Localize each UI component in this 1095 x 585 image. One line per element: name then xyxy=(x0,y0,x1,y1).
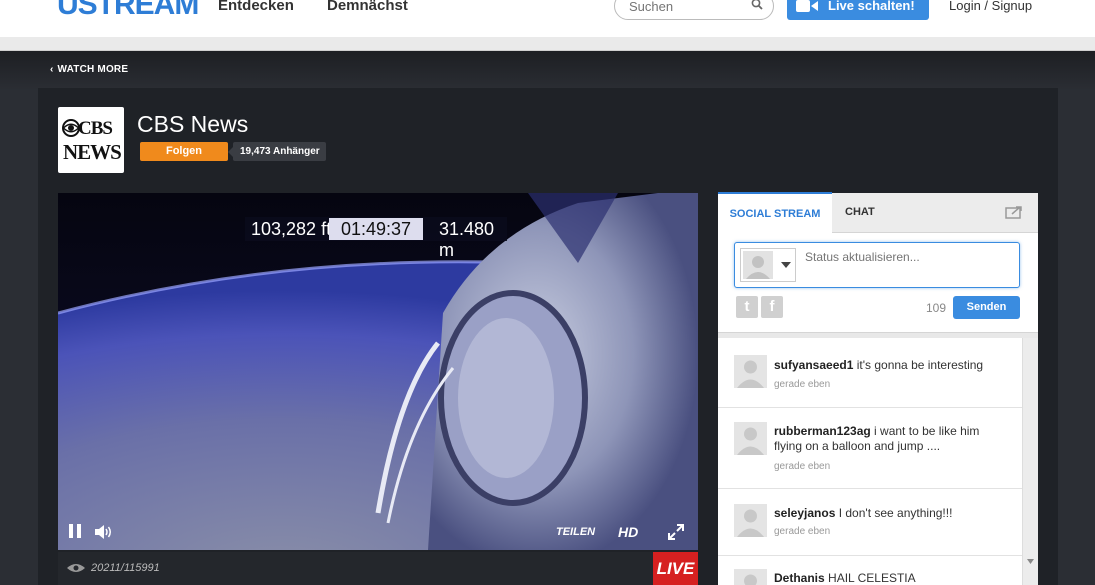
default-avatar-icon xyxy=(743,251,773,279)
post-message: it's gonna be interesting xyxy=(856,358,984,372)
channel-title[interactable]: CBS News xyxy=(137,111,248,138)
go-live-button[interactable]: Live schalten! xyxy=(787,0,929,20)
post-username[interactable]: rubberman123ag xyxy=(774,424,871,438)
post-username[interactable]: seleyjanos xyxy=(774,506,835,520)
viewer-count: 20211/115991 xyxy=(91,562,160,574)
avatar[interactable] xyxy=(734,422,767,455)
elapsed-time: 01:49:37 xyxy=(329,218,423,240)
go-live-label: Live schalten! xyxy=(828,0,915,13)
send-button[interactable]: Senden xyxy=(953,296,1020,319)
volume-icon[interactable] xyxy=(95,525,113,539)
post-timestamp: gerade eben xyxy=(774,526,831,537)
login-signup-link[interactable]: Login / Signup xyxy=(949,0,1032,13)
social-panel: SOCIAL STREAM CHAT t f 109 Senden xyxy=(718,192,1038,585)
watch-more-label: WATCH MORE xyxy=(57,64,129,75)
post-text: sufyansaeed1 it's gonna be interesting xyxy=(774,358,1006,373)
follow-button[interactable]: Folgen xyxy=(140,142,228,161)
follower-count: 19,473 Anhänger xyxy=(228,142,326,161)
post-username[interactable]: Dethanis xyxy=(774,571,825,585)
video-camera-icon xyxy=(796,0,818,12)
nav-discover[interactable]: Entdecken xyxy=(218,0,294,14)
tab-chat[interactable]: CHAT xyxy=(845,206,875,218)
post-text: seleyjanos I don't see anything!!! xyxy=(774,506,1006,521)
channel-logo-text-top: CBS xyxy=(78,118,113,139)
twitter-icon[interactable]: t xyxy=(736,296,758,318)
altitude-overlay: 103,282 ft 01:49:37 31.480 m xyxy=(245,217,507,260)
scroll-down-arrow-icon[interactable] xyxy=(1027,558,1034,565)
fullscreen-icon[interactable] xyxy=(667,523,685,541)
video-player[interactable] xyxy=(58,193,698,550)
feed-item: seleyjanos I don't see anything!!! gerad… xyxy=(718,489,1023,556)
eye-icon xyxy=(67,564,85,572)
default-avatar-icon xyxy=(744,574,757,585)
character-count: 109 xyxy=(926,301,947,315)
post-text: rubberman123ag i want to be like him fly… xyxy=(774,424,1006,454)
feed-item: Dethanis HAIL CELESTIA xyxy=(718,556,1023,585)
social-feed[interactable]: sufyansaeed1 it's gonna be interesting g… xyxy=(718,338,1023,585)
hd-toggle[interactable]: HD xyxy=(618,524,638,540)
default-avatar-icon xyxy=(737,360,764,388)
tab-social-stream[interactable]: SOCIAL STREAM xyxy=(718,192,832,233)
facebook-icon[interactable]: f xyxy=(761,296,783,318)
post-message: I don't see anything!!! xyxy=(838,506,953,520)
post-timestamp: gerade eben xyxy=(774,461,831,472)
status-composer[interactable] xyxy=(734,242,1020,288)
altitude-feet: 103,282 ft xyxy=(251,219,332,239)
post-text: Dethanis HAIL CELESTIA xyxy=(774,571,1006,585)
post-timestamp: gerade eben xyxy=(774,379,831,390)
altitude-meters: 31.480 m xyxy=(439,219,495,260)
search-input[interactable] xyxy=(629,0,749,14)
avatar[interactable] xyxy=(734,569,767,585)
live-badge: LIVE xyxy=(653,552,698,585)
nav-upcoming[interactable]: Demnächst xyxy=(327,0,408,14)
share-out-icon[interactable] xyxy=(1005,205,1023,219)
social-tabs: SOCIAL STREAM CHAT xyxy=(718,192,1038,233)
search-box[interactable] xyxy=(614,0,774,20)
feed-item: sufyansaeed1 it's gonna be interesting g… xyxy=(718,338,1023,408)
watch-more-link[interactable]: ‹ WATCH MORE xyxy=(50,64,128,75)
share-link[interactable]: TEILEN xyxy=(556,526,595,538)
feed-item: rubberman123ag i want to be like him fly… xyxy=(718,408,1023,489)
status-input[interactable] xyxy=(805,250,1010,264)
search-icon[interactable] xyxy=(751,0,763,10)
header-strip xyxy=(0,37,1095,51)
avatar[interactable] xyxy=(734,355,767,388)
chevron-left-icon: ‹ xyxy=(50,64,54,75)
chevron-down-icon xyxy=(781,262,791,268)
account-selector[interactable] xyxy=(740,248,796,282)
channel-logo-text-bottom: NEWS xyxy=(63,140,122,164)
avatar[interactable] xyxy=(734,504,767,537)
channel-logo[interactable]: CBS NEWS xyxy=(58,107,124,173)
feed-scrollbar[interactable] xyxy=(1022,338,1038,585)
default-avatar-icon xyxy=(737,509,764,537)
ustream-logo[interactable]: USTREAM xyxy=(57,0,199,22)
pause-icon[interactable] xyxy=(68,523,82,539)
video-frame xyxy=(58,193,698,550)
top-header: USTREAM Entdecken Demnächst Live schalte… xyxy=(0,0,1095,37)
default-avatar-icon xyxy=(737,427,764,455)
post-message: HAIL CELESTIA xyxy=(828,571,916,585)
post-username[interactable]: sufyansaeed1 xyxy=(774,358,853,372)
